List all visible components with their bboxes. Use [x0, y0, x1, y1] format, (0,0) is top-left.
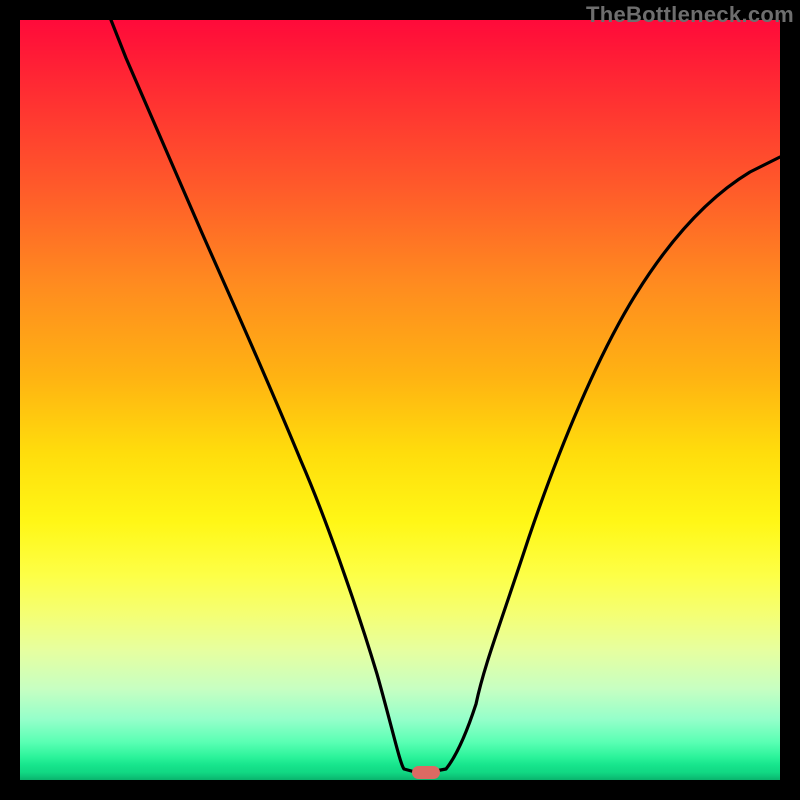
chart-svg	[20, 20, 780, 780]
valley-marker	[412, 766, 440, 779]
watermark-text: TheBottleneck.com	[586, 2, 794, 28]
plot-area	[20, 20, 780, 780]
bottleneck-curve	[111, 20, 780, 772]
chart-frame: TheBottleneck.com	[0, 0, 800, 800]
